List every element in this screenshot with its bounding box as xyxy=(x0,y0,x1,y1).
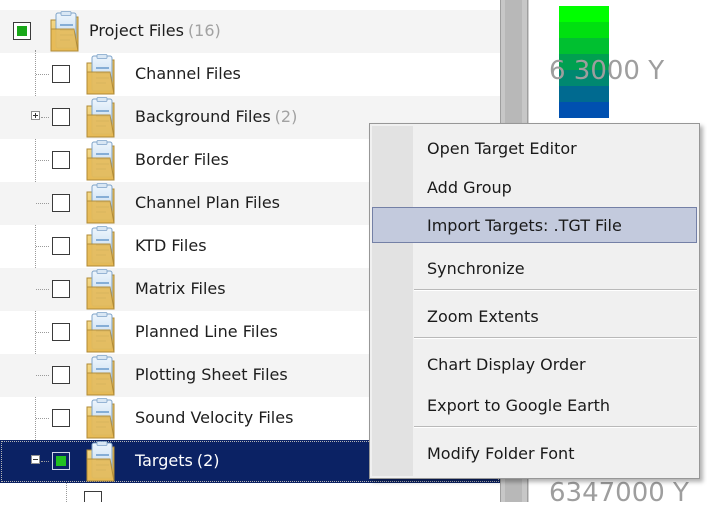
tree-label: Background Files (2) xyxy=(135,107,298,126)
depth-color-band xyxy=(559,22,609,38)
menu-item-label: Zoom Extents xyxy=(427,307,539,326)
menu-separator xyxy=(414,337,697,339)
menu-item-zoom-extents[interactable]: Zoom Extents xyxy=(372,298,697,334)
folder-document-icon xyxy=(84,97,118,139)
menu-item-label: Export to Google Earth xyxy=(427,396,611,415)
folder-document-icon xyxy=(84,54,118,96)
tree-checkbox[interactable] xyxy=(52,280,70,298)
context-menu: Open Target Editor Add Group Import Targ… xyxy=(369,123,700,479)
depth-color-band xyxy=(559,38,609,54)
menu-item-label: Import Targets: .TGT File xyxy=(427,216,622,235)
folder-document-icon xyxy=(84,355,118,397)
menu-item-synchronize[interactable]: Synchronize xyxy=(372,250,697,286)
tree-label: Border Files xyxy=(135,150,229,169)
menu-separator xyxy=(414,289,697,291)
menu-item-label: Chart Display Order xyxy=(427,355,586,374)
tree-checkbox[interactable] xyxy=(52,237,70,255)
tree-checkbox[interactable] xyxy=(52,108,70,126)
menu-separator xyxy=(414,426,697,428)
menu-item-modify-folder-font[interactable]: Modify Folder Font xyxy=(372,435,697,471)
tree-label: Project Files (16) xyxy=(89,21,221,40)
menu-item-label: Add Group xyxy=(427,178,512,197)
depth-color-band xyxy=(559,86,609,102)
menu-item-import-targets-tgt[interactable]: Import Targets: .TGT File xyxy=(372,207,697,243)
depth-color-band xyxy=(559,6,609,22)
menu-item-export-google-earth[interactable]: Export to Google Earth xyxy=(372,387,697,423)
menu-item-open-target-editor[interactable]: Open Target Editor xyxy=(372,130,697,166)
tree-label: Targets (2) xyxy=(135,451,220,470)
tree-label: Channel Files xyxy=(135,64,241,83)
tree-checkbox[interactable] xyxy=(13,22,31,40)
tree-item-child-partial[interactable] xyxy=(0,483,500,502)
tree-checkbox[interactable] xyxy=(52,65,70,83)
menu-item-label: Open Target Editor xyxy=(427,139,577,158)
menu-item-chart-display-order[interactable]: Chart Display Order xyxy=(372,346,697,382)
depth-color-band xyxy=(559,102,609,118)
folder-document-icon xyxy=(84,398,118,440)
tree-checkbox[interactable] xyxy=(52,194,70,212)
folder-document-icon xyxy=(48,11,82,53)
tree-checkbox[interactable] xyxy=(52,151,70,169)
tree-checkbox[interactable] xyxy=(52,409,70,427)
expand-plus-icon[interactable] xyxy=(31,111,40,120)
folder-document-icon xyxy=(84,441,118,483)
tree-checkbox[interactable] xyxy=(52,452,70,470)
folder-document-icon xyxy=(84,226,118,268)
tree-label: Sound Velocity Files xyxy=(135,408,294,427)
tree-checkbox[interactable] xyxy=(52,366,70,384)
tree-root-project-files[interactable]: Project Files (16) xyxy=(0,10,500,53)
menu-item-label: Modify Folder Font xyxy=(427,444,575,463)
collapse-minus-icon[interactable] xyxy=(31,455,40,464)
tree-label: Plotting Sheet Files xyxy=(135,365,288,384)
tree-item-channel-files[interactable]: Channel Files xyxy=(0,53,500,96)
folder-document-icon xyxy=(84,183,118,225)
folder-document-icon xyxy=(84,312,118,354)
folder-document-icon xyxy=(84,269,118,311)
folder-document-icon xyxy=(84,140,118,182)
tree-label: Matrix Files xyxy=(135,279,226,298)
map-coordinate-label-top: 6 3000 Y xyxy=(549,56,665,86)
tree-label: KTD Files xyxy=(135,236,207,255)
tree-checkbox[interactable] xyxy=(84,491,102,502)
tree-label: Planned Line Files xyxy=(135,322,278,341)
tree-checkbox[interactable] xyxy=(52,323,70,341)
menu-item-add-group[interactable]: Add Group xyxy=(372,169,697,205)
tree-label: Channel Plan Files xyxy=(135,193,281,212)
map-coordinate-label-bottom: 6347000 Y xyxy=(549,478,689,508)
menu-item-label: Synchronize xyxy=(427,259,525,278)
